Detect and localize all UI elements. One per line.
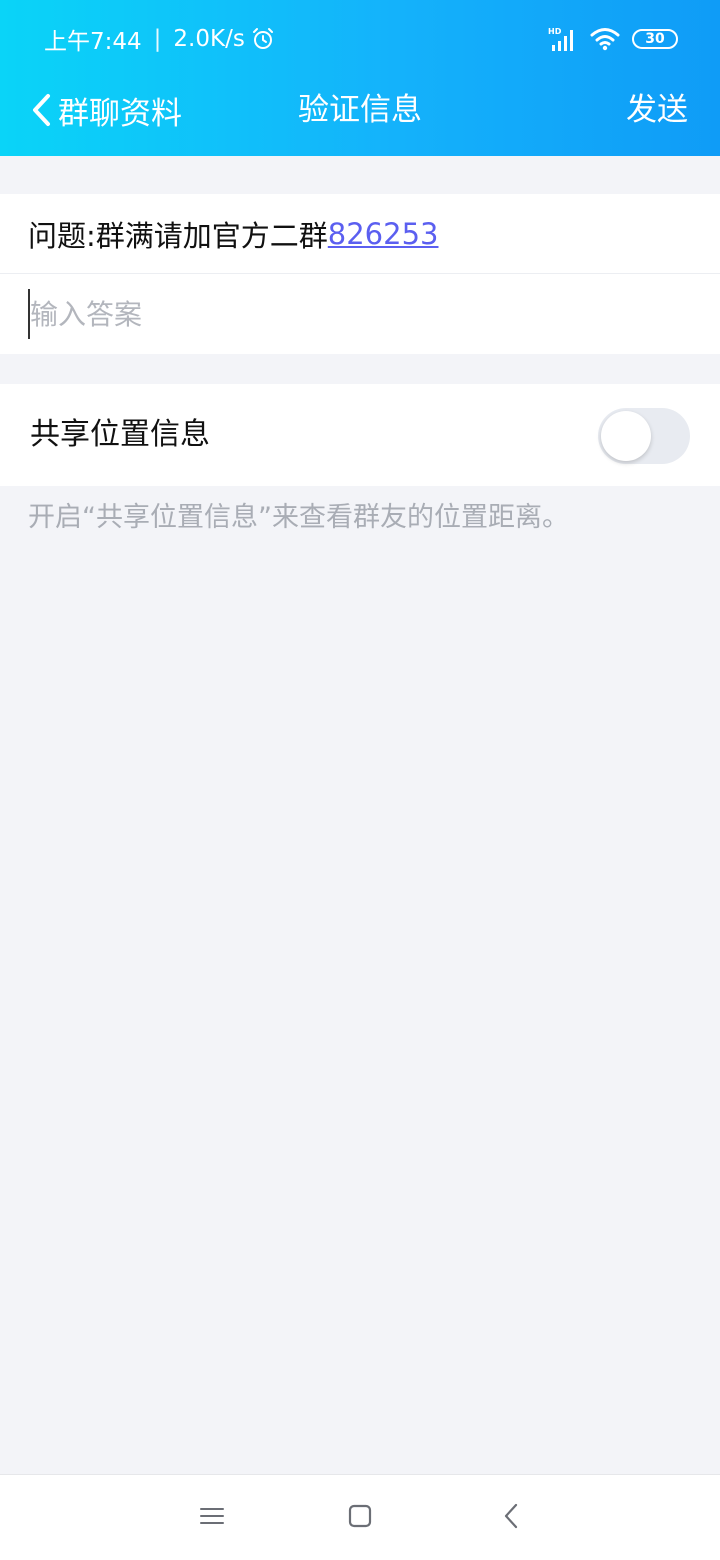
- hd-signal-icon: HD: [548, 27, 573, 51]
- battery-icon: 30: [632, 29, 678, 49]
- alarm-icon: [252, 28, 273, 49]
- status-time: 上午7:44: [44, 29, 142, 55]
- send-button[interactable]: 发送: [626, 86, 688, 134]
- svg-text:HD: HD: [548, 27, 562, 36]
- nav-bar: 群聊资料 验证信息 发送: [0, 78, 720, 142]
- network-speed: 2.0K/s: [173, 26, 245, 52]
- toggle-knob: [601, 411, 651, 461]
- share-location-label: 共享位置信息: [30, 417, 210, 452]
- question-text: 问题:群满请加官方二群: [28, 218, 328, 253]
- question-row: 问题:群满请加官方二群 826253: [0, 194, 720, 274]
- verification-card: 问题:群满请加官方二群 826253: [0, 194, 720, 354]
- group-number-link[interactable]: 826253: [328, 217, 439, 251]
- home-icon[interactable]: [346, 1501, 374, 1531]
- status-separator: |: [153, 26, 162, 52]
- answer-input[interactable]: [28, 289, 688, 339]
- system-navigation-bar: [0, 1474, 720, 1560]
- wifi-icon: [590, 28, 620, 51]
- status-bar: 上午7:44 | 2.0K/s HD 30: [0, 0, 720, 78]
- share-location-row: 共享位置信息: [0, 384, 720, 486]
- status-left: 上午7:44 | 2.0K/s: [44, 24, 275, 55]
- share-location-hint: 开启“共享位置信息”来查看群友的位置距离。: [28, 502, 569, 533]
- page-title: 验证信息: [298, 92, 422, 128]
- menu-icon[interactable]: [198, 1501, 226, 1531]
- app-header: 上午7:44 | 2.0K/s HD 30 群聊资料 验证信息 发送: [0, 0, 720, 156]
- status-right: HD 30: [548, 22, 678, 56]
- back-icon[interactable]: [498, 1501, 526, 1531]
- share-location-toggle[interactable]: [598, 408, 690, 464]
- answer-row[interactable]: [0, 274, 720, 354]
